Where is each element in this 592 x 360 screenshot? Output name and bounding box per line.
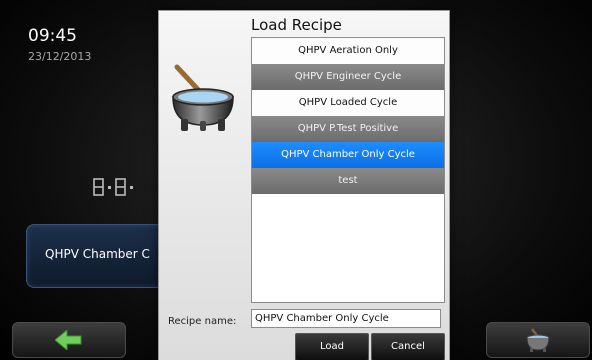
main-screen: 09:45 23/12/2013 QHPV Chamber C Load Rec… — [0, 0, 592, 360]
cancel-button[interactable]: Cancel — [371, 333, 445, 360]
load-button[interactable]: Load — [295, 333, 369, 360]
cauldron-icon — [172, 64, 234, 131]
recipe-list-item[interactable]: QHPV Aeration Only — [252, 38, 444, 64]
recipe-list-item[interactable]: QHPV Loaded Cycle — [252, 90, 444, 116]
load-recipe-dialog: Load Recipe QHPV Aeration Only QHPV Engin… — [158, 10, 450, 360]
back-arrow-icon — [55, 330, 82, 350]
recipe-name-label: Recipe name: — [168, 316, 237, 327]
back-button[interactable] — [12, 322, 126, 358]
recipe-list[interactable]: QHPV Aeration Only QHPV Engineer Cycle QHP… — [251, 37, 445, 303]
recipe-list-item[interactable]: QHPV Chamber Only Cycle — [252, 142, 444, 168]
cauldron-icon — [526, 328, 550, 352]
dialog-title: Load Recipe — [251, 16, 342, 34]
recipe-button[interactable] — [486, 322, 590, 358]
process-chain-icon — [93, 178, 133, 196]
cycle-select-button[interactable]: QHPV Chamber C — [26, 224, 178, 288]
recipe-list-item[interactable]: test — [252, 168, 444, 194]
recipe-name-input[interactable] — [251, 309, 441, 328]
clock-date: 23/12/2013 — [28, 50, 92, 63]
cycle-select-label: QHPV Chamber C — [45, 247, 150, 261]
clock-time: 09:45 — [28, 26, 77, 46]
recipe-list-item[interactable]: QHPV P.Test Positive — [252, 116, 444, 142]
recipe-list-item[interactable]: QHPV Engineer Cycle — [252, 64, 444, 90]
